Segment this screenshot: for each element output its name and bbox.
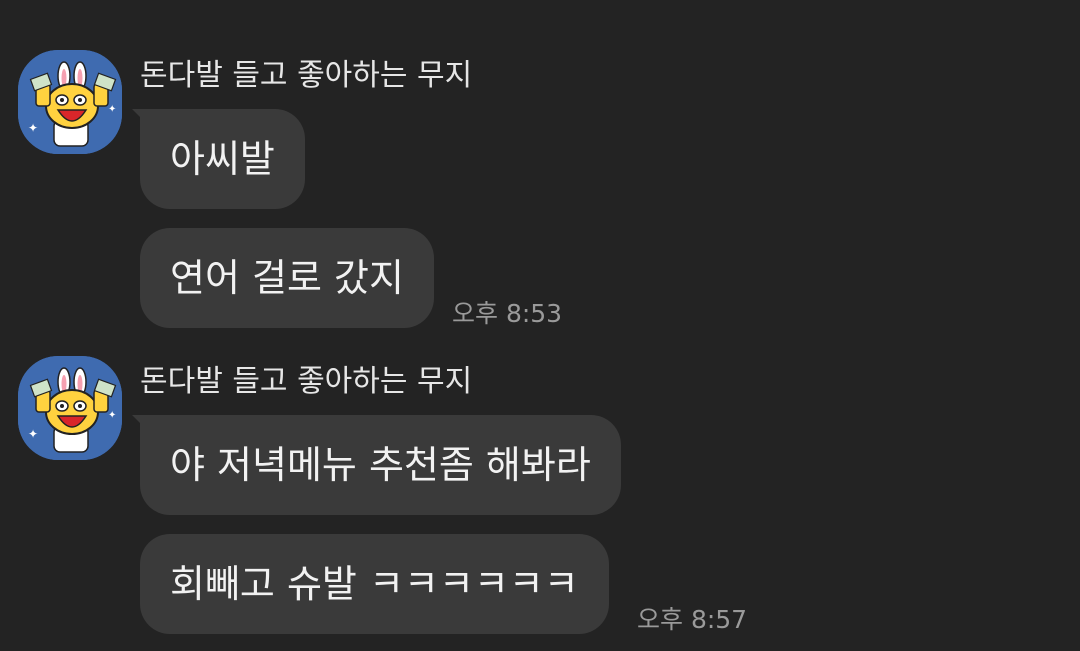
sender-name: 돈다발 들고 좋아하는 무지 — [140, 364, 473, 399]
message-bubble[interactable]: 야 저녁메뉴 추천좀 해봐라 — [132, 415, 621, 515]
svg-text:✦: ✦ — [28, 427, 38, 441]
message-bubble[interactable]: 아씨발 — [132, 109, 305, 209]
svg-text:✦: ✦ — [108, 410, 116, 421]
muzi-avatar-icon: ✦ ✦ — [18, 356, 122, 460]
sender-avatar[interactable]: ✦ ✦ — [18, 356, 122, 460]
message-timestamp: 오후 8:57 — [637, 605, 748, 634]
muzi-avatar-icon: ✦ ✦ — [18, 50, 122, 154]
message-timestamp: 오후 8:53 — [452, 299, 563, 328]
sender-name: 돈다발 들고 좋아하는 무지 — [140, 58, 473, 93]
message-bubble[interactable]: 연어 걸로 갔지 — [140, 228, 434, 328]
chat-view: ✦ ✦ 돈다발 들고 좋아하는 무지 아씨발 연어 걸로 갔지 오후 8:53 — [0, 0, 1080, 651]
svg-text:✦: ✦ — [28, 121, 38, 135]
sender-avatar[interactable]: ✦ ✦ — [18, 50, 122, 154]
svg-text:✦: ✦ — [108, 104, 116, 115]
message-bubble[interactable]: 회빼고 슈발 ㅋㅋㅋㅋㅋㅋ — [140, 534, 609, 634]
